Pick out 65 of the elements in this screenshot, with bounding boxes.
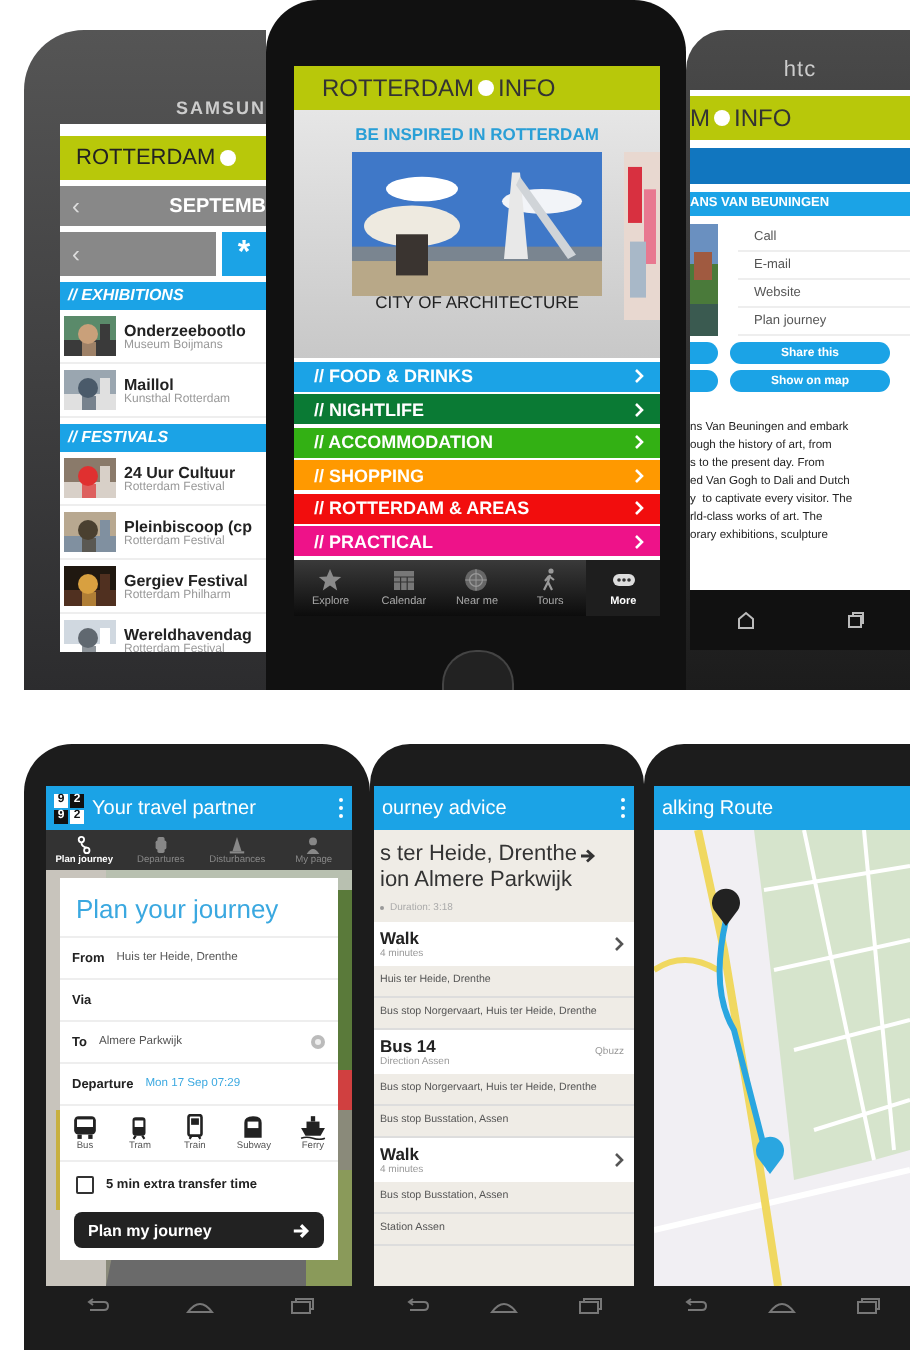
pill-button[interactable] <box>690 342 718 364</box>
event-title: Gergiev Festival <box>124 571 248 589</box>
leg-title: Walk <box>380 1144 422 1164</box>
logo-dot-icon <box>219 150 236 166</box>
category-menu-item[interactable]: // NIGHTLIFE <box>294 394 660 424</box>
logo-dot-icon <box>478 80 494 96</box>
overflow-menu-icon[interactable] <box>338 796 344 820</box>
event-title: 24 Uur Cultuur <box>124 463 236 481</box>
brand-label: SAMSUN <box>175 97 266 117</box>
arrow-icon <box>580 847 597 863</box>
cone-icon <box>228 835 247 853</box>
person-icon <box>304 835 323 853</box>
event-title: Pleinbiscoop (cp <box>124 517 253 535</box>
overflow-menu-icon[interactable] <box>620 796 626 820</box>
watch-icon <box>151 835 170 853</box>
chevron-icon <box>634 434 644 450</box>
star-icon <box>318 567 343 592</box>
logo-text: INFO <box>498 74 556 102</box>
brand-label: htc <box>783 58 817 82</box>
calendar-icon <box>391 567 416 592</box>
chevron-icon <box>634 533 644 549</box>
back-icon[interactable] <box>682 1298 711 1314</box>
app-title: Your travel partner <box>92 797 258 819</box>
section-header: // FESTIVALS <box>60 424 266 452</box>
home-icon[interactable] <box>735 610 755 630</box>
category-menu-item[interactable]: // ROTTERDAM & AREAS <box>294 493 660 523</box>
leg-title: Bus 14 <box>380 1036 438 1056</box>
logo-text: INFO <box>734 104 792 132</box>
checkbox[interactable] <box>76 1175 94 1193</box>
subway-icon <box>240 1114 267 1140</box>
bus-icon <box>72 1114 98 1140</box>
pill-button[interactable] <box>690 370 718 392</box>
chevron-icon <box>634 368 644 384</box>
app-title: ROTTERDAM <box>76 146 216 170</box>
ferry-icon <box>299 1114 326 1140</box>
back-icon[interactable] <box>403 1298 432 1314</box>
plan-journey-button[interactable]: Plan my journey <box>74 1212 324 1248</box>
chevron-icon <box>634 401 644 417</box>
logo-dot-icon <box>714 110 730 126</box>
picture-caption: CITY OF ARCHITECTURE <box>375 292 579 312</box>
event-title: Onderzeebootlo <box>124 321 246 339</box>
event-title: Wereldhavendag <box>124 625 252 643</box>
card-heading: Plan your journey <box>74 892 281 928</box>
headline: BE INSPIRED IN ROTTERDAM <box>355 124 599 144</box>
app-title: ourney advice <box>382 797 509 819</box>
category-menu-item[interactable]: // PRACTICAL <box>294 526 660 556</box>
logo-text: M <box>690 104 710 132</box>
section-header: // EXHIBITIONS <box>60 282 266 310</box>
chevron-icon <box>614 936 624 952</box>
arrow-icon <box>292 1221 310 1239</box>
route-icon <box>75 835 94 853</box>
chevron-icon <box>634 500 644 516</box>
recent-apps-icon[interactable] <box>845 610 865 630</box>
chevron-icon <box>614 1152 624 1168</box>
route-title: ion Almere Parkwijk <box>380 868 572 894</box>
chevron-icon <box>634 467 644 483</box>
leg-title: Walk <box>380 928 422 948</box>
back-icon[interactable] <box>83 1298 111 1314</box>
app-title: alking Route <box>662 797 776 819</box>
logo-text: ROTTERDAM <box>322 74 474 102</box>
radar-icon <box>464 567 489 592</box>
route-title: s ter Heide, Drenthe <box>380 842 577 868</box>
train-icon <box>181 1114 208 1140</box>
month-label: SEPTEMB <box>169 195 266 217</box>
event-title: Maillol <box>124 375 176 393</box>
